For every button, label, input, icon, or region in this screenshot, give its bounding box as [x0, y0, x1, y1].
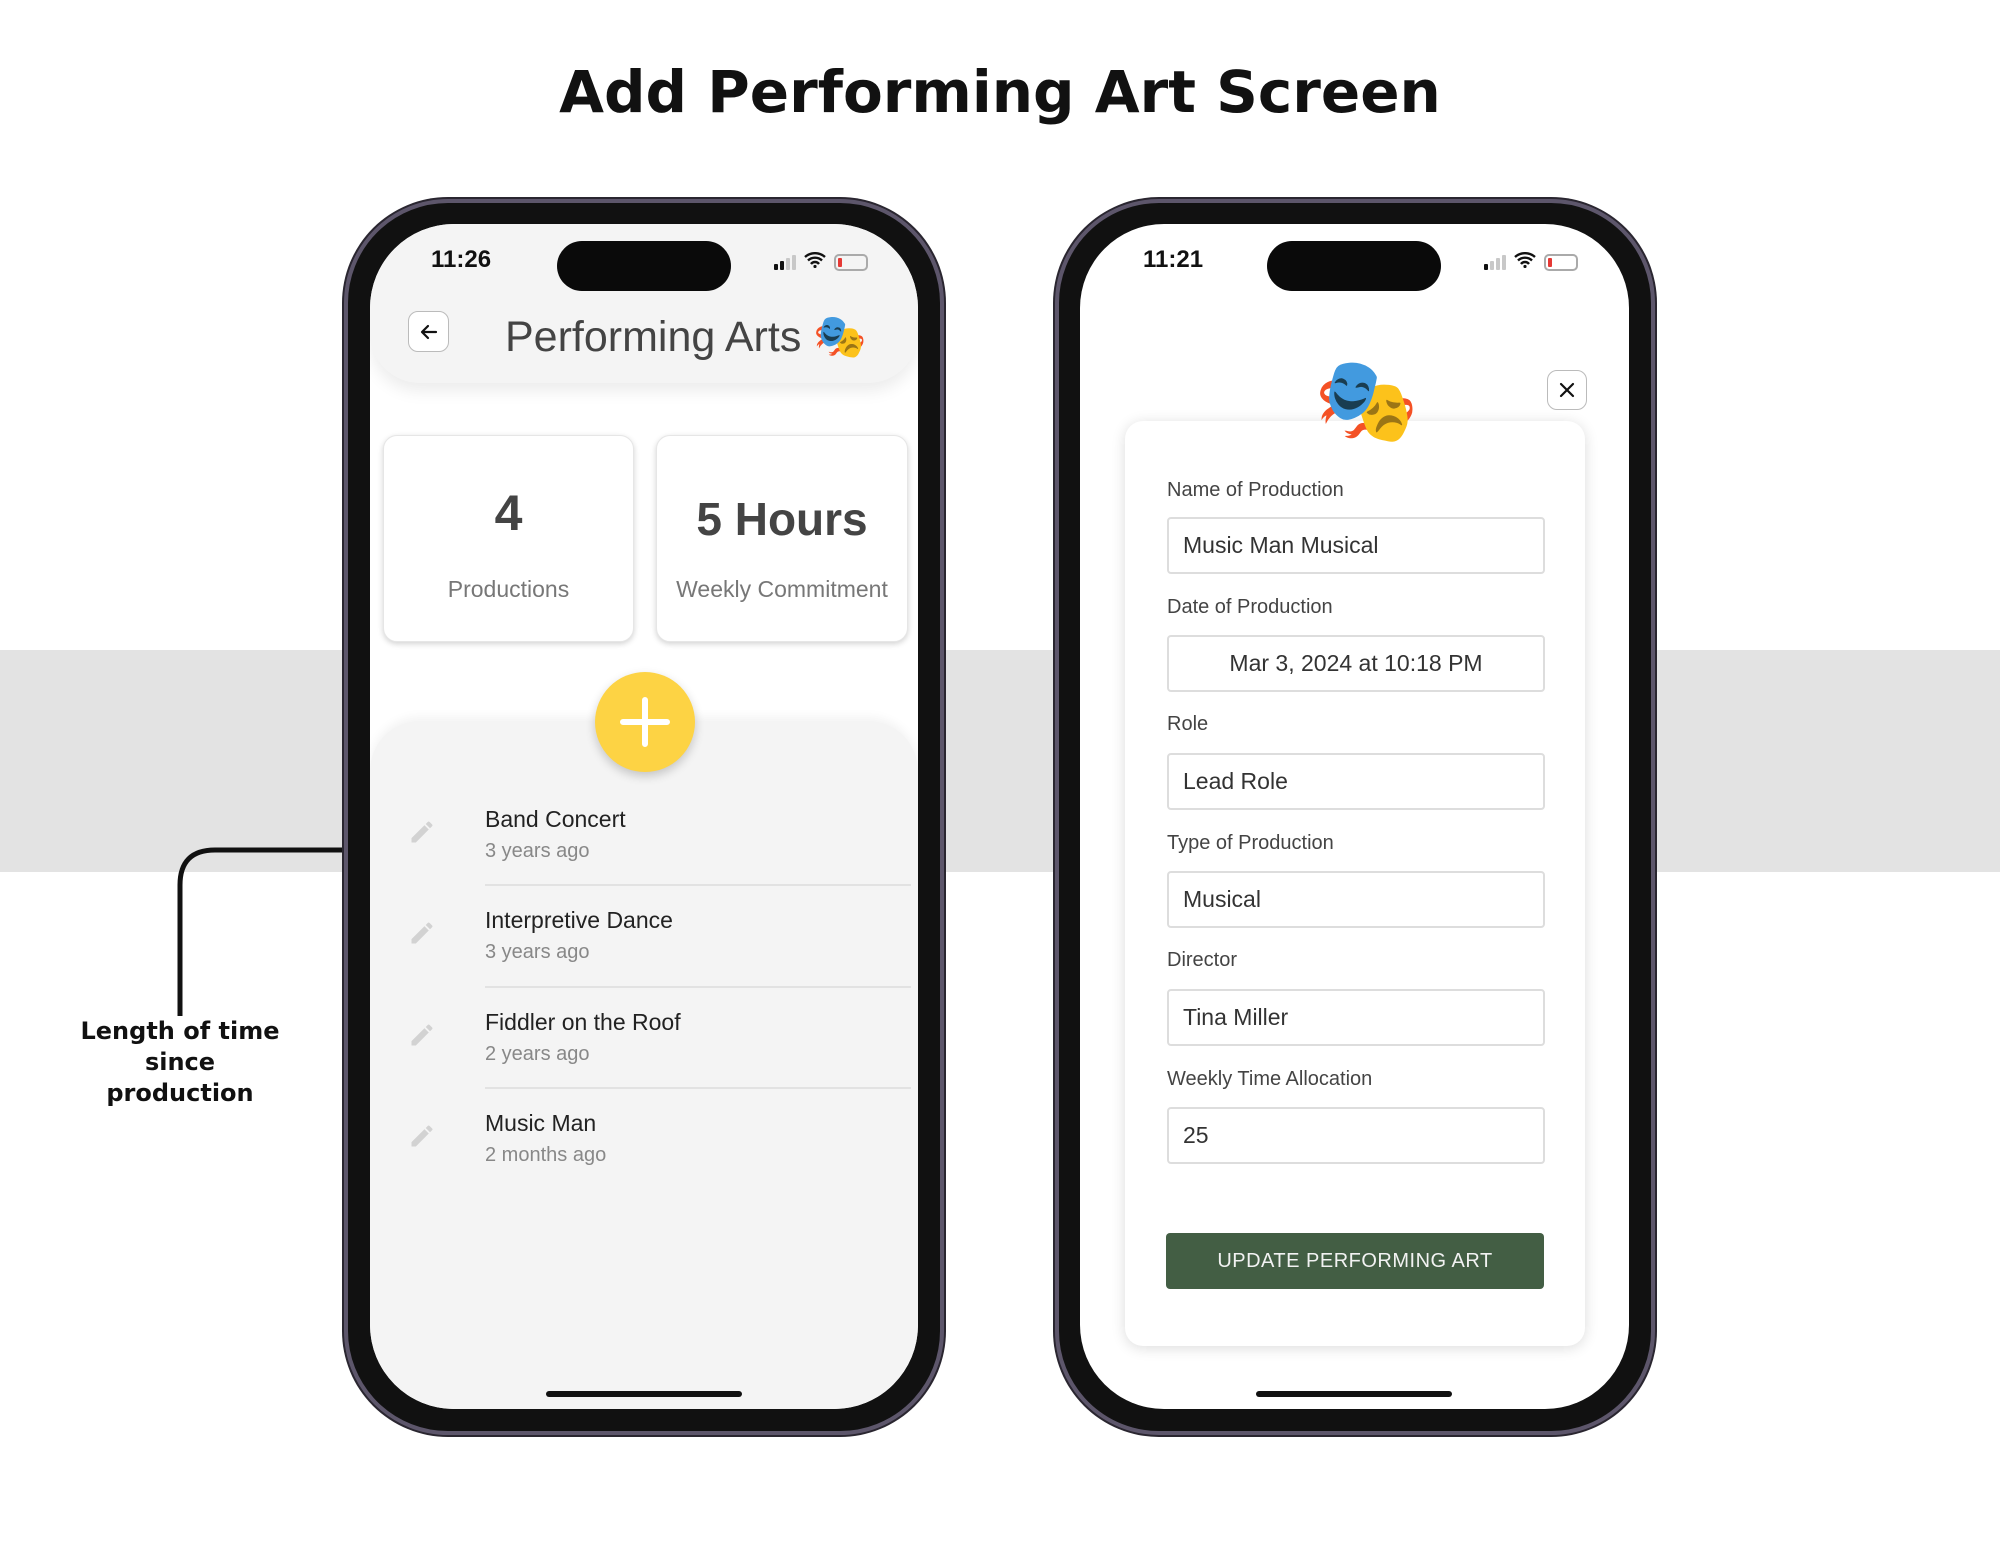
divider: [485, 1087, 911, 1089]
field-label: Director: [1167, 949, 1238, 971]
status-icons: [1484, 252, 1578, 273]
item-title: Music Man: [485, 1110, 597, 1136]
annotation-line: production: [106, 1079, 254, 1107]
close-icon: [1559, 382, 1575, 398]
dynamic-island: [557, 241, 731, 291]
wifi-icon: [804, 252, 826, 273]
divider: [485, 884, 911, 886]
annotation-line: since: [144, 1048, 216, 1076]
list-item[interactable]: Fiddler on the Roof 2 years ago: [485, 1009, 911, 1066]
item-subtitle: 3 years ago: [485, 941, 590, 963]
stat-label: Weekly Commitment: [676, 576, 888, 602]
list-item[interactable]: Band Concert 3 years ago: [485, 806, 911, 863]
status-time: 11:26: [431, 246, 492, 273]
stat-label: Productions: [447, 576, 570, 602]
wifi-icon: [1514, 252, 1536, 273]
item-title: Band Concert: [485, 806, 626, 832]
list-item[interactable]: Music Man 2 months ago: [485, 1110, 911, 1167]
field-label: Type of Production: [1167, 832, 1334, 854]
theater-masks-icon: 🎭: [813, 313, 867, 361]
theater-masks-icon: 🎭: [1314, 353, 1419, 447]
weekly-time-input[interactable]: 25: [1167, 1107, 1545, 1164]
battery-icon: [1544, 254, 1578, 271]
stat-card-productions: 4 Productions: [383, 435, 634, 642]
close-button[interactable]: [1547, 370, 1587, 410]
field-label: Weekly Time Allocation: [1167, 1068, 1373, 1090]
signal-icon: [1484, 255, 1506, 270]
home-indicator[interactable]: [546, 1391, 742, 1397]
item-title: Fiddler on the Roof: [485, 1009, 681, 1035]
production-date-picker[interactable]: Mar 3, 2024 at 10:18 PM: [1167, 635, 1545, 692]
back-button[interactable]: [408, 311, 449, 352]
pencil-icon[interactable]: [408, 919, 436, 947]
item-subtitle: 3 years ago: [485, 840, 590, 862]
update-performing-art-button[interactable]: UPDATE PERFORMING ART: [1166, 1233, 1544, 1289]
dynamic-island: [1267, 241, 1441, 291]
production-name-input[interactable]: Music Man Musical: [1167, 517, 1545, 574]
pencil-icon[interactable]: [408, 1122, 436, 1150]
item-title: Interpretive Dance: [485, 907, 673, 933]
arrow-left-icon: [420, 324, 437, 339]
screen-title-text: Performing Arts: [505, 313, 802, 361]
director-input[interactable]: Tina Miller: [1167, 989, 1545, 1046]
status-icons: [774, 252, 868, 273]
annotation-arrow: [177, 835, 477, 1016]
production-type-input[interactable]: Musical: [1167, 871, 1545, 928]
pencil-icon[interactable]: [408, 818, 436, 846]
item-subtitle: 2 months ago: [485, 1144, 607, 1166]
stat-value: 4: [494, 485, 523, 541]
role-input[interactable]: Lead Role: [1167, 753, 1545, 810]
annotation-text: Length of time since production: [60, 1016, 300, 1109]
screen-title: Performing Arts 🎭: [505, 312, 867, 362]
add-button[interactable]: [595, 672, 695, 772]
field-label: Date of Production: [1167, 596, 1333, 618]
annotation-line: Length of time: [80, 1017, 280, 1045]
signal-icon: [774, 255, 796, 270]
field-label: Role: [1167, 713, 1209, 735]
stat-value: 5 Hours: [696, 493, 868, 545]
field-label: Name of Production: [1167, 479, 1344, 501]
list-item[interactable]: Interpretive Dance 3 years ago: [485, 907, 911, 964]
plus-icon: [620, 697, 670, 747]
stat-card-weekly: 5 Hours Weekly Commitment: [656, 435, 908, 642]
home-indicator[interactable]: [1256, 1391, 1452, 1397]
pencil-icon[interactable]: [408, 1021, 436, 1049]
item-subtitle: 2 years ago: [485, 1043, 590, 1065]
status-time: 11:21: [1143, 246, 1204, 273]
divider: [485, 986, 911, 988]
battery-icon: [834, 254, 868, 271]
